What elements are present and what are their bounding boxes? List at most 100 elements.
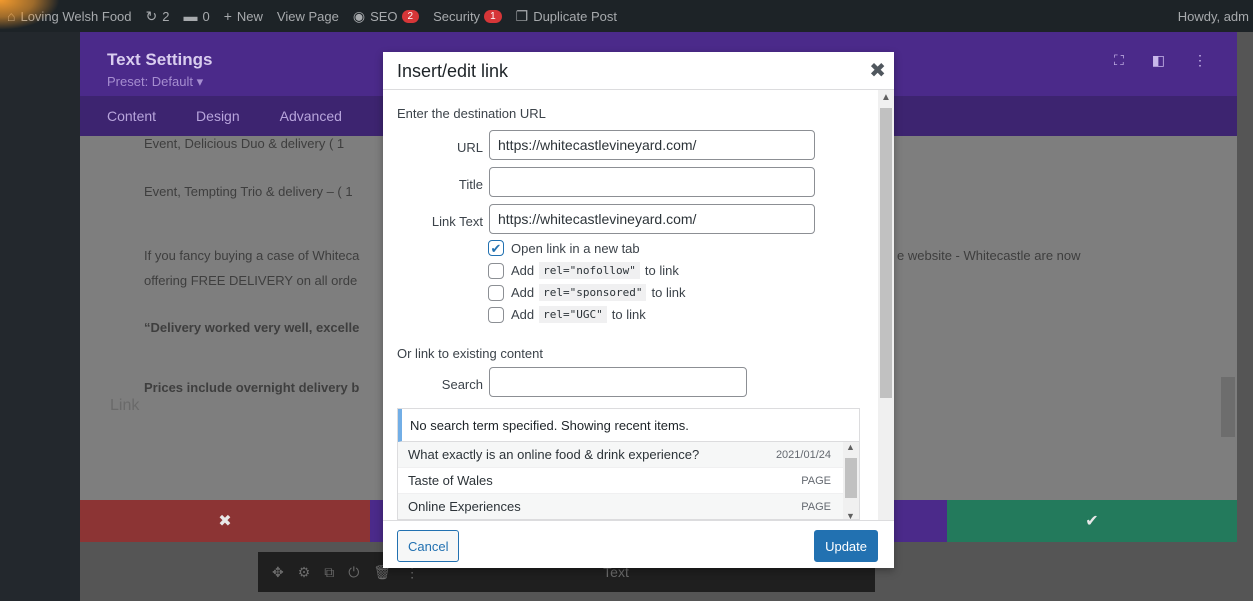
link-text-label: Link Text [431, 214, 483, 229]
dialog-scroll-thumb[interactable] [880, 108, 892, 398]
dialog-scrollbar[interactable]: ▲ [878, 90, 894, 520]
preset-dropdown[interactable]: Preset: Default ▾ [107, 74, 203, 90]
results-scrollbar[interactable]: ▲ ▼ [843, 442, 859, 519]
url-intro: Enter the destination URL [397, 106, 546, 121]
result-meta: 2021/01/24 [775, 448, 831, 461]
checkbox-checked[interactable]: ✔ [488, 240, 504, 256]
option-suffix: to link [644, 263, 679, 278]
url-field[interactable] [489, 130, 815, 160]
site-name: Loving Welsh Food [20, 8, 132, 24]
admin-bar-updates[interactable]: ↻ 2 [139, 8, 177, 25]
admin-bar-duplicate[interactable]: ❐ Duplicate Post [509, 8, 624, 25]
duplicate-label: Duplicate Post [533, 8, 618, 24]
option-label: Open link in a new tab [511, 240, 640, 256]
body-line: Event, Delicious Duo & delivery ( 1 [144, 136, 345, 151]
ugc-option[interactable]: Add rel="UGC" to link [488, 306, 646, 323]
tab-advanced[interactable]: Advanced [280, 108, 342, 124]
duplicate-module-icon[interactable]: ⧉ [324, 564, 334, 581]
check-icon: ✔ [1085, 513, 1099, 530]
list-item[interactable]: Online Experiences PAGE [398, 494, 859, 519]
existing-content-label: Or link to existing content [397, 346, 543, 361]
option-label: Add [511, 263, 535, 278]
checkbox[interactable] [488, 262, 504, 279]
tab-design[interactable]: Design [196, 108, 240, 124]
admin-bar-seo[interactable]: ◉ SEO 2 [346, 8, 426, 25]
body-line: e website - Whitecastle are now [897, 248, 1081, 263]
search-input[interactable] [489, 367, 747, 397]
open-new-tab-option[interactable]: ✔ Open link in a new tab [488, 240, 640, 256]
sidebar-toggle-icon[interactable]: ◧ [1152, 52, 1165, 69]
comment-icon: ▬ [183, 8, 198, 24]
chevron-up-icon[interactable]: ▲ [881, 92, 891, 103]
admin-bar-new[interactable]: + New [217, 8, 270, 24]
home-icon: ⌂ [7, 8, 16, 24]
body-line: “Delivery worked very well, excelle [144, 320, 360, 335]
body-line: offering FREE DELIVERY on all orde [144, 273, 358, 288]
comments-count: 0 [202, 8, 210, 24]
checkbox[interactable] [488, 306, 504, 323]
url-label: URL [456, 140, 483, 155]
admin-bar-security[interactable]: Security 1 [426, 9, 509, 24]
search-results: No search term specified. Showing recent… [397, 408, 860, 520]
power-icon[interactable]: ⏻ [348, 564, 359, 581]
result-title: Online Experiences [408, 499, 521, 514]
panel-title: Text Settings [107, 50, 213, 69]
plus-icon: + [223, 8, 232, 24]
checkbox[interactable] [488, 284, 504, 301]
security-label: Security [433, 8, 481, 24]
close-icon: ✖ [218, 513, 232, 530]
view-page-label: View Page [276, 8, 339, 24]
settings-icon[interactable]: ⚙ [298, 564, 311, 581]
results-scroll-thumb[interactable] [845, 458, 857, 498]
update-button[interactable]: Update [814, 530, 878, 562]
seo-badge: 2 [401, 9, 420, 23]
dialog-content: Enter the destination URL URL Title Link… [383, 90, 894, 520]
security-badge: 1 [484, 9, 502, 23]
admin-bar: ⌂ Loving Welsh Food ↻ 2 ▬ 0 + New View P… [0, 0, 1253, 32]
list-item[interactable]: What exactly is an online food & drink e… [398, 442, 859, 468]
updates-icon: ↻ [145, 7, 158, 24]
link-section-label[interactable]: Link [110, 397, 139, 415]
option-label: Add [511, 307, 535, 322]
sponsored-option[interactable]: Add rel="sponsored" to link [488, 284, 685, 301]
body-line: Prices include overnight delivery b [144, 380, 360, 395]
new-label: New [236, 8, 263, 24]
panel-header-icons: ⛶ ◧ ⋮ [1114, 52, 1207, 69]
updates-count: 2 [162, 8, 170, 24]
title-field[interactable] [489, 167, 815, 197]
admin-bar-comments[interactable]: ▬ 0 [176, 8, 216, 24]
dialog-footer: Cancel Update [383, 520, 894, 568]
panel-scrollbar[interactable] [1221, 377, 1235, 437]
move-icon[interactable]: ✥ [272, 564, 284, 581]
rel-code: rel="sponsored" [539, 284, 647, 301]
list-item[interactable]: Taste of Wales PAGE [398, 468, 859, 494]
dialog-title: Insert/edit link [397, 61, 509, 81]
option-label: Add [511, 285, 535, 300]
cancel-button[interactable]: Cancel [397, 530, 460, 562]
close-icon[interactable]: ✖ [869, 58, 886, 83]
rel-code: rel="nofollow" [539, 262, 640, 279]
dialog-header: Insert/edit link ✖ [383, 52, 894, 90]
option-suffix: to link [651, 285, 686, 300]
discard-button[interactable]: ✖ [80, 500, 370, 542]
fullscreen-icon[interactable]: ⛶ [1114, 52, 1124, 69]
seo-icon: ◉ [352, 7, 366, 24]
left-sidebar [0, 32, 80, 601]
tab-content[interactable]: Content [107, 108, 156, 124]
chevron-down-icon[interactable]: ▼ [846, 511, 855, 519]
howdy-label: Howdy, adm [1177, 8, 1249, 24]
chevron-up-icon[interactable]: ▲ [846, 442, 855, 452]
body-line: If you fancy buying a case of Whiteca [144, 248, 360, 263]
insert-link-dialog: Insert/edit link ✖ Enter the destination… [383, 52, 894, 568]
result-title: What exactly is an online food & drink e… [408, 447, 700, 462]
nofollow-option[interactable]: Add rel="nofollow" to link [488, 262, 679, 279]
admin-bar-site[interactable]: ⌂ Loving Welsh Food [0, 8, 139, 24]
save-button[interactable]: ✔ [947, 500, 1237, 542]
admin-bar-account[interactable]: Howdy, adm [1171, 9, 1253, 24]
results-notice: No search term specified. Showing recent… [398, 409, 859, 442]
more-options-icon[interactable]: ⋮ [1193, 52, 1207, 69]
duplicate-icon: ❐ [515, 7, 529, 24]
admin-bar-view-page[interactable]: View Page [270, 9, 346, 24]
rel-code: rel="UGC" [539, 306, 607, 323]
link-text-field[interactable] [489, 204, 815, 234]
